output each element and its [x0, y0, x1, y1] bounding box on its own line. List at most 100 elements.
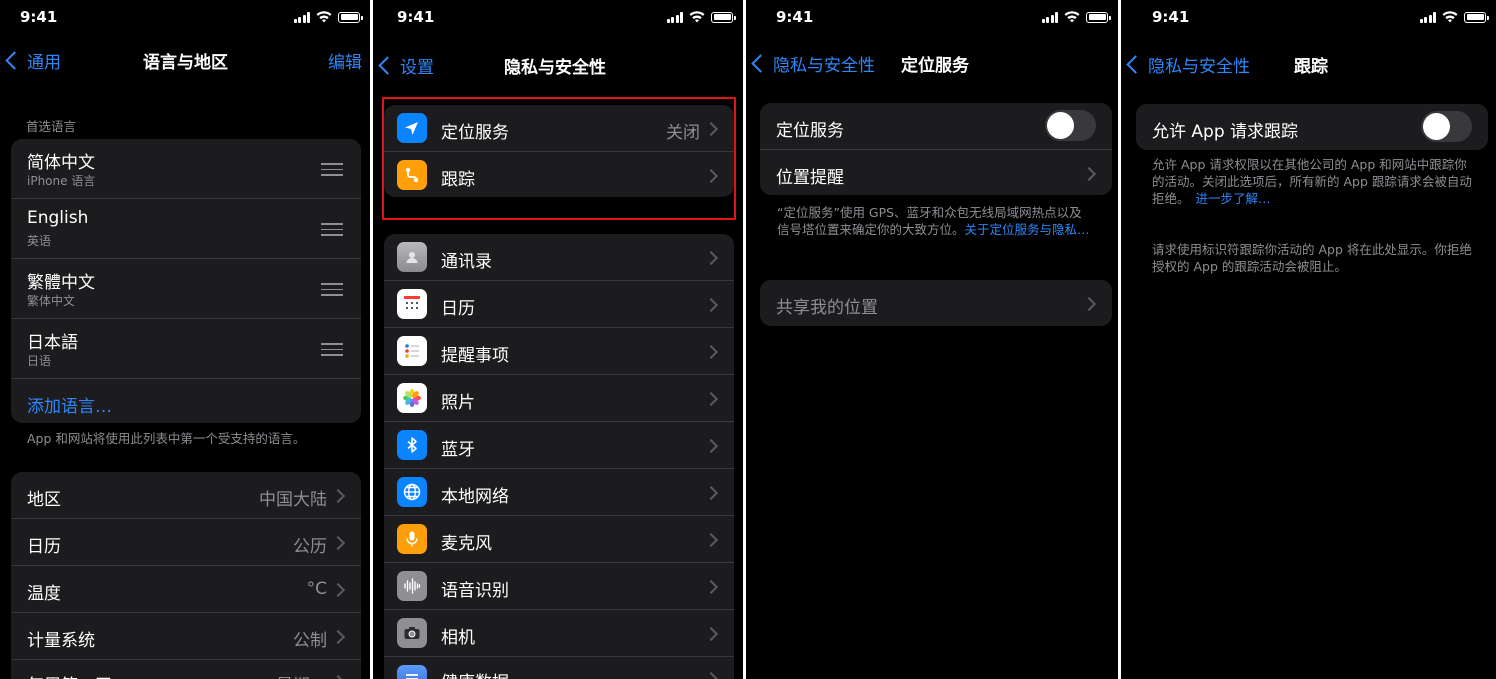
language-sub: iPhone 语言: [27, 174, 96, 188]
share-location-list: 共享我的位置: [760, 280, 1112, 326]
chevron-right-icon: [703, 344, 719, 360]
add-language-button[interactable]: 添加语言…: [27, 392, 112, 417]
privacy-label: 本地网络: [441, 487, 509, 507]
setting-row-measurement[interactable]: 计量系统 公制: [11, 613, 361, 660]
privacy-row-microphone[interactable]: 麦克风: [384, 516, 734, 563]
language-row[interactable]: 日本語 日语: [11, 319, 361, 379]
privacy-label: 跟踪: [441, 170, 475, 190]
cellular-signal-icon: [1041, 11, 1058, 23]
privacy-row-calendar[interactable]: 日历: [384, 281, 734, 328]
privacy-row-bluetooth[interactable]: 蓝牙: [384, 422, 734, 469]
privacy-label: 提醒事项: [441, 346, 509, 366]
battery-icon: [338, 11, 363, 23]
privacy-row-health[interactable]: 健康数据: [384, 657, 734, 679]
language-name: English: [27, 208, 89, 228]
location-footnote: “定位服务”使用 GPS、蓝牙和众包无线局域网热点以及信号塔位置来确定你的大致方…: [777, 204, 1092, 238]
photos-icon: [397, 383, 427, 413]
add-language-row[interactable]: 添加语言…: [11, 379, 361, 423]
language-name: 繁體中文: [27, 273, 95, 293]
health-icon: [397, 665, 427, 679]
wifi-icon: [1442, 11, 1458, 23]
camera-icon: [397, 618, 427, 648]
privacy-label: 照片: [441, 393, 475, 413]
tracking-settings-list: 允许 App 请求跟踪: [1136, 104, 1488, 150]
page-title: 跟踪: [1294, 57, 1328, 77]
privacy-apps-list: 通讯录 日历 提醒事项 照片 蓝牙 本地网络 麦克风 语音识别 相机: [384, 234, 734, 679]
back-label: 设置: [400, 58, 434, 78]
setting-label: 地区: [27, 490, 61, 510]
setting-label: 计量系统: [27, 631, 95, 651]
page-title: 定位服务: [901, 56, 969, 76]
calendar-icon: [397, 289, 427, 319]
language-name: 简体中文: [27, 153, 95, 173]
allow-tracking-toggle[interactable]: [1421, 111, 1472, 142]
privacy-label: 相机: [441, 628, 475, 648]
reorder-handle-icon[interactable]: [321, 163, 343, 180]
privacy-row-tracking[interactable]: 跟踪: [384, 152, 734, 197]
privacy-top-list: 定位服务 关闭 跟踪: [384, 105, 734, 197]
waveform-icon: [397, 571, 427, 601]
globe-icon: [397, 477, 427, 507]
battery-icon: [1086, 11, 1111, 23]
status-time: 9:41: [776, 8, 814, 26]
nav-bar: 通用 语言与地区 编辑: [0, 48, 370, 78]
language-sub: 日语: [27, 354, 52, 368]
battery-icon: [1464, 11, 1489, 23]
edit-button[interactable]: 编辑: [328, 48, 362, 73]
back-button[interactable]: 通用: [4, 48, 61, 73]
chevron-right-icon: [703, 168, 719, 184]
back-button[interactable]: 隐私与安全性: [750, 51, 875, 76]
setting-label: 每周第一天: [27, 671, 112, 679]
language-row[interactable]: 简体中文 iPhone 语言: [11, 139, 361, 199]
setting-row-temperature[interactable]: 温度 °C: [11, 566, 361, 613]
privacy-label: 日历: [441, 299, 475, 319]
allow-tracking-label: 允许 App 请求跟踪: [1152, 122, 1299, 142]
tracking-icon: [397, 160, 427, 190]
bluetooth-icon: [397, 430, 427, 460]
reorder-handle-icon[interactable]: [321, 223, 343, 240]
status-time: 9:41: [1152, 8, 1190, 26]
reorder-handle-icon[interactable]: [321, 343, 343, 360]
languages-footnote: App 和网站将使用此列表中第一个受支持的语言。: [27, 431, 306, 446]
privacy-row-local-network[interactable]: 本地网络: [384, 469, 734, 516]
privacy-row-reminders[interactable]: 提醒事项: [384, 328, 734, 375]
status-bar: 9:41: [373, 6, 743, 30]
about-location-privacy-link[interactable]: 关于定位服务与隐私…: [965, 222, 1090, 237]
back-button[interactable]: 隐私与安全性: [1125, 52, 1250, 77]
location-services-toggle[interactable]: [1045, 110, 1096, 141]
language-sub: 英语: [27, 234, 52, 248]
share-my-location-row[interactable]: 共享我的位置: [760, 280, 1112, 326]
back-button[interactable]: 设置: [377, 53, 434, 78]
privacy-row-contacts[interactable]: 通讯录: [384, 234, 734, 281]
chevron-right-icon: [330, 488, 346, 504]
language-row[interactable]: 繁體中文 繁体中文: [11, 259, 361, 319]
privacy-row-location[interactable]: 定位服务 关闭: [384, 105, 734, 152]
privacy-row-camera[interactable]: 相机: [384, 610, 734, 657]
language-row[interactable]: English 英语: [11, 199, 361, 259]
setting-value: 中国大陆: [259, 490, 327, 510]
status-bar: 9:41: [746, 6, 1118, 30]
status-bar: 9:41: [1121, 6, 1496, 30]
chevron-right-icon: [703, 626, 719, 642]
location-services-row: 定位服务: [760, 103, 1112, 150]
setting-row-region[interactable]: 地区 中国大陆: [11, 472, 361, 519]
learn-more-link[interactable]: 进一步了解…: [1196, 191, 1271, 206]
setting-row-first-weekday[interactable]: 每周第一天 星期一: [11, 660, 361, 679]
wifi-icon: [689, 11, 705, 23]
privacy-row-photos[interactable]: 照片: [384, 375, 734, 422]
privacy-label: 蓝牙: [441, 440, 475, 460]
reorder-handle-icon[interactable]: [321, 283, 343, 300]
wifi-icon: [316, 11, 332, 23]
setting-value: 公制: [293, 631, 327, 651]
chevron-right-icon: [703, 671, 719, 679]
chevron-right-icon: [703, 438, 719, 454]
cellular-signal-icon: [1419, 11, 1436, 23]
privacy-value: 关闭: [666, 123, 700, 143]
setting-value: °C: [306, 579, 327, 599]
status-bar: 9:41: [0, 6, 370, 30]
privacy-label: 定位服务: [441, 123, 509, 143]
privacy-row-speech-recognition[interactable]: 语音识别: [384, 563, 734, 610]
setting-row-calendar[interactable]: 日历 公历: [11, 519, 361, 566]
location-alerts-row[interactable]: 位置提醒: [760, 150, 1112, 195]
contacts-icon: [397, 242, 427, 272]
